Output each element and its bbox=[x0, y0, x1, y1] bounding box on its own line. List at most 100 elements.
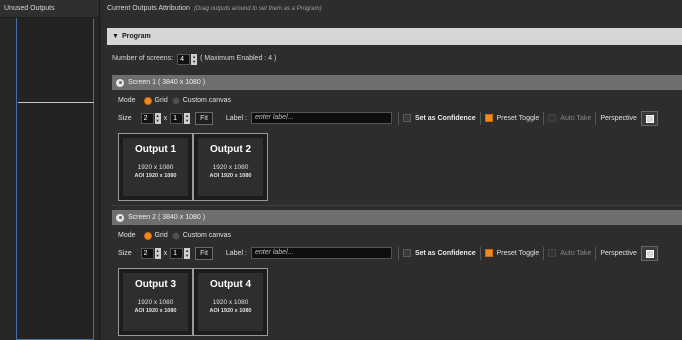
mode-label: Mode bbox=[118, 97, 136, 104]
gear-icon[interactable] bbox=[116, 213, 124, 222]
fit-button[interactable]: Fit bbox=[195, 246, 213, 260]
auto-take-checkbox[interactable] bbox=[548, 114, 557, 122]
number-of-screens-row: Number of screens: 4 ▲ ▼ ( Maximum Enable… bbox=[112, 53, 276, 65]
fit-button[interactable]: Fit bbox=[195, 111, 213, 125]
label-label: Label : bbox=[225, 114, 247, 122]
output-tile[interactable]: Output 1 1920 x 1080 AOI 1920 x 1080 bbox=[118, 133, 193, 201]
size-label: Size bbox=[118, 249, 132, 257]
preset-toggle-checkbox[interactable] bbox=[484, 114, 493, 122]
output-name: Output 4 bbox=[209, 279, 252, 290]
separator bbox=[479, 246, 481, 260]
rows-input[interactable]: 1 bbox=[170, 112, 184, 124]
attribution-header: Current Outputs Attribution (Drag outputs… bbox=[104, 0, 682, 18]
custom-canvas-label: Custom canvas bbox=[182, 232, 231, 239]
times-label: x bbox=[163, 114, 168, 122]
output-tile[interactable]: Output 3 1920 x 1080 AOI 1920 x 1080 bbox=[118, 268, 193, 336]
screen-1-header[interactable]: Screen 1 ( 3840 x 1080 ) bbox=[112, 75, 682, 90]
perspective-button[interactable] bbox=[640, 110, 658, 126]
num-screens-label: Number of screens: bbox=[112, 55, 174, 62]
screen-1-size-row: Size 2 ▲ ▼ x 1 ▲ ▼ Fit Label : enter label… bbox=[118, 110, 658, 126]
stepper-down-icon[interactable]: ▼ bbox=[191, 59, 197, 65]
num-screens-input[interactable]: 4 bbox=[177, 53, 191, 65]
auto-take-label: Auto Take bbox=[560, 249, 592, 257]
output-aoi: AOI 1920 x 1080 bbox=[209, 308, 252, 314]
collapse-triangle-icon[interactable]: ▼ bbox=[112, 33, 119, 40]
output-aoi: AOI 1920 x 1080 bbox=[209, 173, 252, 179]
cols-input[interactable]: 2 bbox=[140, 112, 154, 124]
screen-2-outputs: Output 3 1920 x 1080 AOI 1920 x 1080 Out… bbox=[118, 268, 268, 336]
rows-stepper[interactable]: ▲ ▼ bbox=[184, 112, 191, 124]
screen-2-size-row: Size 2 ▲ ▼ x 1 ▲ ▼ Fit Label : enter label… bbox=[118, 245, 658, 261]
cols-stepper[interactable]: ▲ ▼ bbox=[154, 112, 161, 124]
separator bbox=[595, 111, 597, 125]
auto-take-label: Auto Take bbox=[560, 114, 592, 122]
num-screens-stepper[interactable]: ▲ ▼ bbox=[191, 53, 198, 65]
preset-toggle-label: Preset Toggle bbox=[496, 249, 540, 257]
unused-outputs-panel: Unused Outputs bbox=[0, 0, 100, 340]
confidence-label: Set as Confidence bbox=[414, 249, 476, 257]
confidence-checkbox[interactable] bbox=[402, 249, 411, 257]
output-resolution: 1920 x 1080 bbox=[212, 164, 249, 171]
screen-divider bbox=[112, 205, 682, 206]
confidence-label: Set as Confidence bbox=[414, 114, 476, 122]
output-name: Output 1 bbox=[134, 144, 177, 155]
grid-label: Grid bbox=[154, 232, 168, 239]
output-tile[interactable]: Output 2 1920 x 1080 AOI 1920 x 1080 bbox=[193, 133, 268, 201]
grid-radio[interactable] bbox=[143, 232, 152, 240]
program-label: Program bbox=[121, 33, 151, 40]
screen-2-title: Screen 2 ( 3840 x 1080 ) bbox=[128, 214, 206, 221]
cube-icon bbox=[645, 249, 654, 258]
stepper-down-icon[interactable]: ▼ bbox=[155, 253, 161, 259]
auto-take-checkbox[interactable] bbox=[548, 249, 557, 257]
screen-2-header[interactable]: Screen 2 ( 3840 x 1080 ) bbox=[112, 210, 682, 225]
grid-label: Grid bbox=[154, 97, 168, 104]
outputs-attribution-panel: Current Outputs Attribution (Drag outputs… bbox=[104, 0, 682, 340]
program-section-header[interactable]: ▼ Program bbox=[107, 28, 682, 45]
size-label: Size bbox=[118, 114, 132, 122]
output-tile-inner: Output 4 1920 x 1080 AOI 1920 x 1080 bbox=[198, 273, 263, 331]
output-name: Output 2 bbox=[209, 144, 252, 155]
separator bbox=[595, 246, 597, 260]
mode-label: Mode bbox=[118, 232, 136, 239]
label-label: Label : bbox=[225, 249, 247, 257]
label-input[interactable]: enter label... bbox=[250, 112, 392, 124]
confidence-checkbox[interactable] bbox=[402, 114, 411, 122]
perspective-label: Perspective bbox=[600, 249, 637, 257]
stepper-down-icon[interactable]: ▼ bbox=[155, 118, 161, 124]
rows-input[interactable]: 1 bbox=[170, 247, 184, 259]
cols-stepper[interactable]: ▲ ▼ bbox=[154, 247, 161, 259]
preset-toggle-checkbox[interactable] bbox=[484, 249, 493, 257]
output-resolution: 1920 x 1080 bbox=[212, 299, 249, 306]
output-aoi: AOI 1920 x 1080 bbox=[134, 308, 177, 314]
output-tile-inner: Output 3 1920 x 1080 AOI 1920 x 1080 bbox=[123, 273, 188, 331]
custom-canvas-label: Custom canvas bbox=[182, 97, 231, 104]
custom-canvas-radio[interactable] bbox=[171, 97, 180, 105]
separator bbox=[397, 246, 399, 260]
unused-outputs-divider bbox=[18, 102, 94, 103]
output-tile[interactable]: Output 4 1920 x 1080 AOI 1920 x 1080 bbox=[193, 268, 268, 336]
stepper-down-icon[interactable]: ▼ bbox=[184, 118, 190, 124]
label-input[interactable]: enter label... bbox=[250, 247, 392, 259]
gear-icon[interactable] bbox=[116, 78, 124, 87]
output-tile-inner: Output 1 1920 x 1080 AOI 1920 x 1080 bbox=[123, 138, 188, 196]
grid-radio[interactable] bbox=[143, 97, 152, 105]
separator bbox=[543, 246, 545, 260]
unused-outputs-title: Unused Outputs bbox=[0, 0, 99, 18]
max-enabled-label: ( Maximum Enabled : 4 ) bbox=[200, 55, 277, 62]
output-resolution: 1920 x 1080 bbox=[137, 164, 174, 171]
separator bbox=[479, 111, 481, 125]
custom-canvas-radio[interactable] bbox=[171, 232, 180, 240]
perspective-button[interactable] bbox=[640, 245, 658, 261]
unused-outputs-list[interactable] bbox=[16, 18, 94, 340]
attribution-hint: (Drag outputs around to set them as a Pr… bbox=[193, 6, 322, 12]
perspective-label: Perspective bbox=[600, 114, 637, 122]
times-label: x bbox=[163, 249, 168, 257]
stepper-down-icon[interactable]: ▼ bbox=[184, 253, 190, 259]
screen-2-mode-row: Mode Grid Custom canvas bbox=[118, 230, 231, 242]
cols-input[interactable]: 2 bbox=[140, 247, 154, 259]
rows-stepper[interactable]: ▲ ▼ bbox=[184, 247, 191, 259]
output-tile-inner: Output 2 1920 x 1080 AOI 1920 x 1080 bbox=[198, 138, 263, 196]
cube-icon bbox=[645, 114, 654, 123]
screen-1-title: Screen 1 ( 3840 x 1080 ) bbox=[128, 79, 206, 86]
output-resolution: 1920 x 1080 bbox=[137, 299, 174, 306]
